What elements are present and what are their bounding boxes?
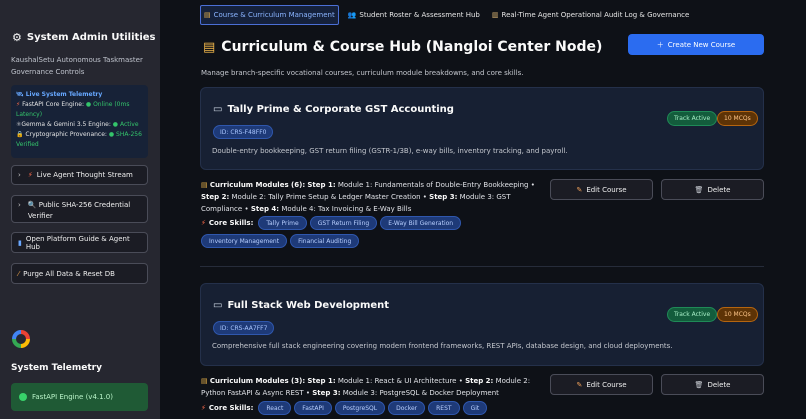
course-description: Comprehensive full stack engineering cov… — [212, 342, 673, 350]
tab-audit-log[interactable]: ▥ Real-Time Agent Operational Audit Log … — [489, 5, 692, 25]
edit-course-button[interactable]: ✎ Edit Course — [550, 179, 653, 200]
satellite-icon: 🛰 — [16, 91, 24, 98]
lock-icon: 🔒 — [16, 131, 24, 138]
create-course-button[interactable]: ＋ Create New Course — [628, 34, 764, 55]
lightning-icon: ⚡ — [201, 219, 206, 227]
engine-status-badge: FastAPI Engine (v4.1.0) — [11, 383, 148, 411]
trash-icon: 🗑 — [694, 185, 704, 194]
skill-tag: PostgreSQL — [334, 401, 386, 415]
course-modules: ▤ Curriculum Modules (3): Step 1: Module… — [201, 377, 531, 397]
books-icon: ▤ — [204, 11, 211, 19]
page-title: ▤ Curriculum & Course Hub (Nangloi Cente… — [203, 39, 603, 55]
core-skills: ⚡ Core Skills: React FastAPI PostgreSQL D… — [201, 401, 546, 415]
status-badge: Track Active — [667, 307, 718, 322]
purge-data-button[interactable]: ⁄ Purge All Data & Reset DB — [11, 263, 148, 284]
course-description: Double-entry bookkeeping, GST return fil… — [212, 147, 568, 155]
status-dot-icon: ● — [112, 121, 119, 128]
chevron-right-icon: › — [18, 171, 21, 179]
pencil-icon: ✎ — [576, 380, 583, 389]
course-id-badge: ID: CRS-AA7FF7 — [213, 321, 275, 335]
system-telemetry-heading: System Telemetry — [11, 363, 102, 373]
sidebar-title: ⚙ System Admin Utilities — [12, 31, 156, 44]
telemetry-heading: 🛰 Live System Telemetry — [16, 91, 103, 98]
book-icon: ▮ — [18, 238, 22, 247]
thought-stream-expander[interactable]: › ⚡ Live Agent Thought Stream — [11, 165, 148, 185]
chevron-right-icon: › — [18, 201, 21, 209]
books-icon: ▤ — [201, 377, 208, 385]
skill-tag: Docker — [388, 401, 426, 415]
books-icon: ▤ — [203, 39, 216, 55]
platform-guide-button[interactable]: ▮ Open Platform Guide & Agent Hub — [11, 232, 148, 253]
plus-icon: ＋ — [656, 40, 664, 49]
mcq-count-badge: 10 MCQs — [717, 307, 758, 322]
course-id-badge: ID: CRS-F48FF0 — [213, 125, 274, 139]
delete-course-button[interactable]: 🗑 Delete — [661, 374, 764, 395]
telemetry-crypto: 🔒 Cryptographic Provenance: ● SHA-256 Ve… — [16, 131, 142, 148]
divider — [200, 266, 764, 267]
lightning-icon: ⚡ — [16, 101, 21, 108]
sidebar-subtitle: KaushalSetu Autonomous Taskmaster Govern… — [11, 56, 143, 76]
skill-tag: Inventory Management — [201, 234, 288, 248]
sidebar: ⚙ System Admin Utilities KaushalSetu Aut… — [0, 0, 160, 419]
delete-course-button[interactable]: 🗑 Delete — [661, 179, 764, 200]
magnifier-icon: 🔍 — [27, 201, 37, 209]
status-dot-icon: ● — [108, 131, 115, 138]
lightning-icon: ⚡ — [27, 171, 33, 179]
skill-tag: Git — [462, 401, 488, 415]
skill-tag: Financial Auditing — [290, 234, 360, 248]
scroll-icon: ▥ — [491, 11, 499, 19]
course-card: ▭ Tally Prime & Corporate GST Accounting… — [200, 87, 764, 170]
live-telemetry-panel: 🛰 Live System Telemetry ⚡ FastAPI Core E… — [11, 85, 148, 158]
status-dot-icon — [19, 393, 27, 401]
core-skills: ⚡ Core Skills: Tally Prime GST Return Fil… — [201, 216, 546, 248]
course-title: ▭ Tally Prime & Corporate GST Accounting — [213, 104, 454, 115]
skill-tag: REST — [428, 401, 460, 415]
skill-tag: FastAPI — [294, 401, 332, 415]
open-book-icon: ▭ — [213, 104, 223, 115]
skill-tag: GST Return Filing — [309, 216, 378, 230]
skill-tag: E-Way Bill Generation — [380, 216, 462, 230]
edit-course-button[interactable]: ✎ Edit Course — [550, 374, 653, 395]
page-description: Manage branch-specific vocational course… — [201, 69, 524, 77]
tab-student-roster[interactable]: 👥 Student Roster & Assessment Hub — [345, 5, 483, 25]
sha-verifier-expander[interactable]: › 🔍 Public SHA-256 Credential Verifier — [11, 195, 148, 223]
main-tabs: ▤ Course & Curriculum Management 👥 Stude… — [200, 5, 692, 25]
pencil-icon: ✎ — [576, 185, 583, 194]
tab-course-curriculum[interactable]: ▤ Course & Curriculum Management — [200, 5, 339, 25]
users-icon: 👥 — [347, 11, 357, 19]
lightning-icon: ⚡ — [201, 404, 206, 412]
status-dot-icon: ● — [85, 101, 92, 108]
course-modules: ▤ Curriculum Modules (6): Step 1: Module… — [201, 181, 535, 213]
mcq-count-badge: 10 MCQs — [717, 111, 758, 126]
telemetry-fastapi: ⚡ FastAPI Core Engine: ● Online (0ms Lat… — [16, 101, 130, 118]
broom-icon: ⁄ — [18, 269, 20, 278]
status-badge: Track Active — [667, 111, 718, 126]
books-icon: ▤ — [201, 181, 208, 189]
trash-icon: 🗑 — [694, 380, 704, 389]
course-card: ▭ Full Stack Web Development ID: CRS-AA7… — [200, 283, 764, 366]
course-title: ▭ Full Stack Web Development — [213, 300, 390, 311]
telemetry-gemma: ⚛Gemma & Gemini 3.5 Engine: ● Active — [16, 121, 139, 128]
skill-tag: Tally Prime — [258, 216, 307, 230]
gear-icon: ⚙ — [12, 31, 22, 44]
skill-tag: React — [258, 401, 292, 415]
open-book-icon: ▭ — [213, 300, 223, 311]
google-logo-icon — [12, 330, 30, 348]
